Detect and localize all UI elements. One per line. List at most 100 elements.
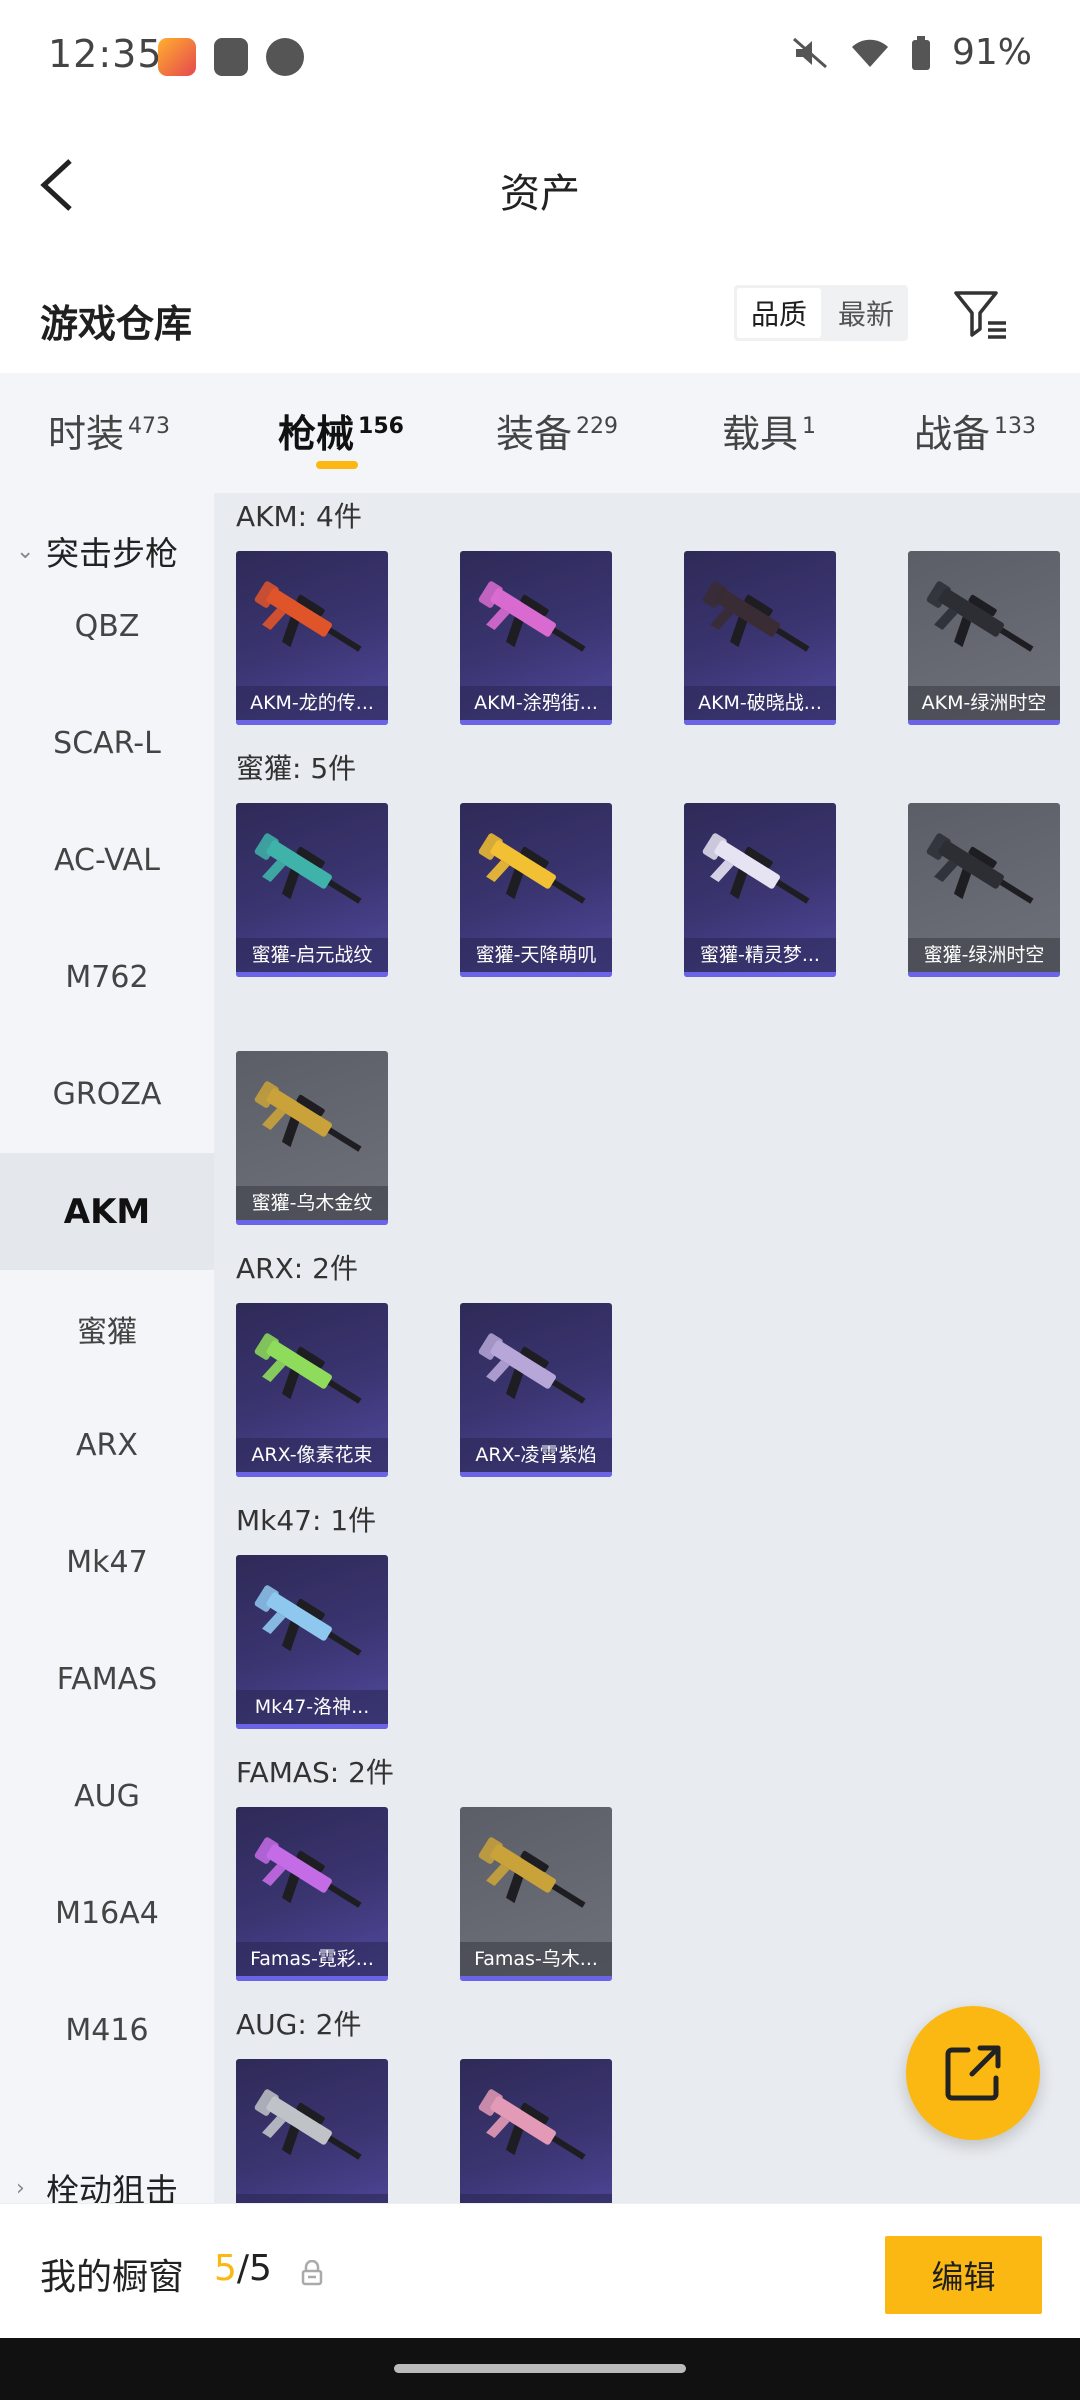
card-rarity-bar [236,1472,388,1477]
weapon-card[interactable]: 蜜獾-精灵梦... [684,803,836,977]
mute-icon [792,37,827,68]
card-label: AKM-涂鸦街... [474,692,598,714]
warehouse-header: 游戏仓库 品质 最新 [0,255,1080,373]
tab-firearms[interactable]: 枪械 156 [278,403,404,458]
weapon-skin-image [254,2089,362,2160]
weapon-skin-image [478,581,586,652]
phone-sync-icon [214,38,248,76]
weapon-card[interactable]: Famas-乌木... [460,1807,612,1981]
weapon-card[interactable]: 蜜獾-启元战纹 [236,803,388,977]
card-label: AKM-绿洲时空 [921,692,1047,714]
weapon-skin-image [478,1837,586,1908]
lock-icon [301,2260,323,2286]
tab-count: 156 [358,414,404,440]
card-label: AKM-龙的传... [250,692,374,714]
share-button[interactable] [906,2006,1040,2140]
weapon-card[interactable]: 蜜獾-天降萌叽 [460,803,612,977]
card-rarity-bar [684,720,836,725]
card-label: 蜜獾-天降萌叽 [475,944,597,966]
tab-label: 装备 [496,412,573,456]
section-title: FAMAS: 2件 [236,1756,394,1789]
sidebar-item-scar-l[interactable]: SCAR-L [0,685,214,802]
sidebar-item-arx[interactable]: ARX [0,1387,214,1504]
sidebar-item-famas[interactable]: FAMAS [0,1621,214,1738]
card-rarity-bar [460,972,612,977]
card-rarity-bar [908,972,1060,977]
sidebar-item-ac-val[interactable]: AC-VAL [0,802,214,919]
category-tabs: 时装 473 枪械 156 装备 229 载具 1 战备 133 [0,373,1080,493]
weapon-skin-image [702,581,810,652]
weapon-skin-image [926,581,1034,652]
sidebar-group-bolt-action[interactable]: › 栓动狙击 [0,2148,214,2203]
card-label: 蜜獾-绿洲时空 [923,944,1045,966]
sidebar-item-m416[interactable]: M416 [0,1972,214,2089]
sidebar-group-label: 栓动狙击 [46,2171,178,2203]
tab-count: 133 [994,414,1037,440]
weapon-card[interactable] [236,2059,388,2203]
card-rarity-bar [460,1472,612,1477]
weapon-skin-image [254,1837,362,1908]
active-tab-indicator [316,461,358,469]
tab-count: 229 [576,414,619,440]
card-rarity-bar [236,1976,388,1981]
edit-button[interactable]: 编辑 [885,2236,1042,2314]
tab-label: 战备 [914,412,991,456]
card-label: Mk47-洛神... [254,1696,370,1718]
weapon-skin-image [478,1333,586,1404]
sidebar-item-aug[interactable]: AUG [0,1738,214,1855]
weapon-type-sidebar: ⌄ 突击步枪 QBZ SCAR-L AC-VAL M762 GROZA AKM 蜜獾 ARX M… [0,493,214,2203]
weapon-skin-image [478,2089,586,2160]
tab-fashion[interactable]: 时装 473 [48,403,170,458]
weapon-card[interactable]: AKM-龙的传... [236,551,388,725]
card-rarity-bar [460,1976,612,1981]
weapon-card[interactable]: Mk47-洛神... [236,1555,388,1729]
weapon-card[interactable]: AKM-涂鸦街... [460,551,612,725]
weapon-card[interactable]: Famas-霓彩... [236,1807,388,1981]
sidebar-item-mk47[interactable]: Mk47 [0,1504,214,1621]
weapon-skin-image [254,1081,362,1152]
sort-by-newest[interactable]: 最新 [824,285,908,341]
weapon-skin-image [254,1333,362,1404]
sidebar-item-akm[interactable]: AKM [0,1153,214,1270]
card-label [460,2194,612,2203]
section-title: Mk47: 1件 [236,1504,377,1537]
weapon-card[interactable] [460,2059,612,2203]
weapon-card[interactable]: AKM-绿洲时空 [908,551,1060,725]
status-time: 12:35 [48,32,163,76]
tab-label: 载具 [722,412,799,456]
sidebar-item-m762[interactable]: M762 [0,919,214,1036]
tab-label: 时装 [48,412,125,456]
home-indicator[interactable] [394,2364,686,2373]
weapon-card[interactable]: 蜜獾-乌木金纹 [236,1051,388,1225]
weapon-skin-image [254,1585,362,1656]
weapon-card[interactable]: ARX-像素花束 [236,1303,388,1477]
weapon-card[interactable]: AKM-破晓战... [684,551,836,725]
section-title: AKM: 4件 [236,500,362,533]
card-rarity-bar [236,972,388,977]
weapon-skin-image [702,833,810,904]
section-title: 蜜獾: 5件 [236,752,357,785]
filter-icon[interactable] [950,283,1012,345]
tab-supplies[interactable]: 战备 133 [914,403,1036,458]
card-label: Famas-乌木... [474,1948,598,1970]
sidebar-item-qbz[interactable]: QBZ [0,568,214,685]
calendar-icon [266,38,304,76]
tab-count: 1 [802,414,817,440]
sort-by-quality[interactable]: 品质 [737,288,821,338]
tab-count: 473 [128,414,171,440]
weapon-skin-image [926,833,1034,904]
card-rarity-bar [236,720,388,725]
page-title: 资产 [500,171,580,217]
sidebar-item-m16a4[interactable]: M16A4 [0,1855,214,1972]
weapon-card[interactable]: 蜜獾-绿洲时空 [908,803,1060,977]
game-app-icon [158,38,196,76]
system-nav-bar [0,2338,1080,2400]
sidebar-item-groza[interactable]: GROZA [0,1036,214,1153]
battery-level: 91% [951,32,1032,73]
tab-equipment[interactable]: 装备 229 [496,403,618,458]
sidebar-item-蜜獾[interactable]: 蜜獾 [0,1270,214,1387]
card-rarity-bar [236,1220,388,1225]
tab-vehicles[interactable]: 载具 1 [722,403,816,458]
weapon-card[interactable]: ARX-凌霄紫焰 [460,1303,612,1477]
status-indicators: 91% [790,32,1032,73]
